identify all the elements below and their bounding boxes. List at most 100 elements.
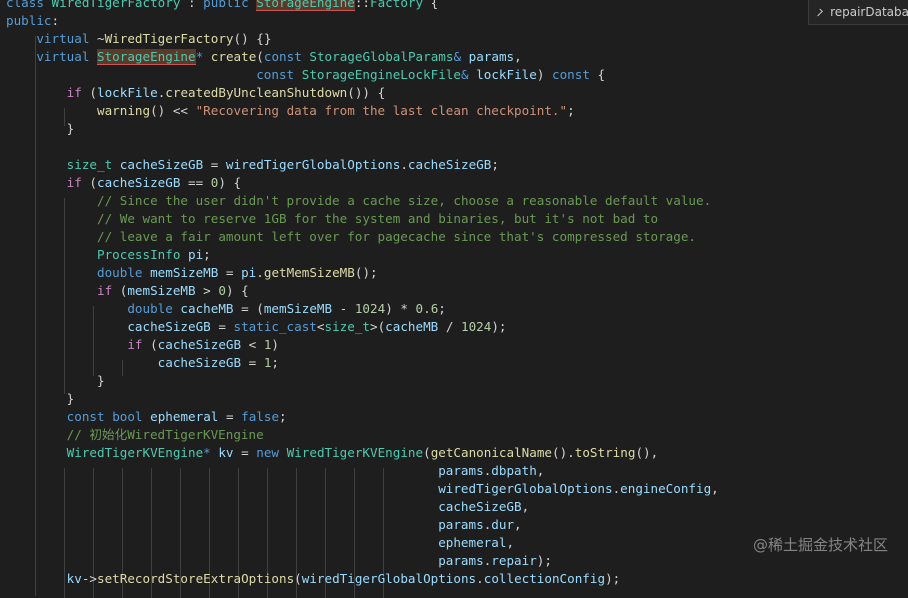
code-token: size_t [66, 157, 113, 172]
code-token: // Since the user didn't provide a cache… [97, 193, 712, 208]
code-line[interactable]: // We want to reserve 1GB for the system… [6, 210, 658, 228]
code-line[interactable]: warning() << "Recovering data from the l… [6, 102, 575, 120]
code-token: cacheMB [180, 301, 234, 316]
code-token: cacheSizeGB [97, 175, 181, 190]
code-token: memSizeMB [263, 301, 333, 316]
code-line[interactable]: // 初始化WiredTigerKVEngine [6, 426, 264, 444]
code-token: cacheSizeGB [407, 157, 492, 172]
code-token: size_t [324, 319, 370, 334]
code-line[interactable]: params.dur, [6, 516, 522, 534]
breadcrumb[interactable]: repairDataba [808, 0, 908, 25]
code-token: wiredTigerGlobalOptions [301, 571, 477, 586]
watermark: @稀土掘金技术社区 [752, 536, 888, 554]
code-token: WiredTigerKVEngine [66, 445, 204, 460]
code-token: { [589, 67, 606, 82]
code-token: ( [294, 571, 302, 586]
code-token: ()) { [347, 85, 386, 100]
code-token: warning [97, 103, 151, 118]
code-line[interactable]: params.dbpath, [6, 462, 544, 480]
code-token: ; [491, 157, 499, 172]
code-line[interactable]: virtual ~WiredTigerFactory() {} [6, 30, 271, 48]
code-token: (); [354, 265, 378, 280]
code-line[interactable]: const bool ephemeral = false; [6, 408, 287, 426]
code-token: params [438, 517, 484, 532]
code-token: class [6, 0, 44, 10]
code-line[interactable]: wiredTigerGlobalOptions.engineConfig, [6, 480, 719, 498]
code-line[interactable]: } [6, 372, 105, 390]
code-line[interactable]: ProcessInfo pi; [6, 246, 211, 264]
code-token: >( [369, 319, 386, 334]
code-line[interactable]: size_t cacheSizeGB = wiredTigerGlobalOpt… [6, 156, 499, 174]
code-token: , [514, 49, 522, 64]
code-line[interactable]: cacheSizeGB, [6, 498, 529, 516]
code-token: params [438, 553, 484, 568]
code-line[interactable]: ephemeral, [6, 534, 514, 552]
code-token: , [711, 481, 719, 496]
code-line[interactable]: } [6, 120, 75, 138]
code-line[interactable]: cacheSizeGB = 1; [6, 354, 279, 372]
code-token: createdByUncleanShutdown [165, 85, 348, 100]
code-token: ) { [225, 283, 249, 298]
code-token: & [460, 67, 469, 82]
code-token: ( [81, 85, 98, 100]
code-editor[interactable]: class WiredTigerFactory : public Storage… [0, 0, 908, 598]
code-token: const [552, 67, 590, 82]
code-line[interactable]: if (memSizeMB > 0) { [6, 282, 249, 300]
code-line[interactable]: class WiredTigerFactory : public Storage… [6, 0, 438, 12]
code-token: toString [574, 445, 636, 460]
code-line[interactable]: // Since the user didn't provide a cache… [6, 192, 711, 210]
code-line[interactable]: cacheSizeGB = static_cast<size_t>(cacheM… [6, 318, 506, 336]
code-token: = [218, 265, 242, 280]
code-token: : [51, 13, 60, 28]
code-token: ) * [385, 301, 416, 316]
code-line[interactable]: } [6, 390, 75, 408]
code-line[interactable]: public: [6, 12, 59, 30]
code-token: > [195, 283, 219, 298]
code-line[interactable]: kv->setRecordStoreExtraOptions(wiredTige… [6, 570, 621, 588]
code-token: ( [112, 283, 128, 298]
code-token: kv [66, 571, 82, 586]
code-token: ) { [218, 175, 242, 190]
code-token: wiredTigerGlobalOptions [225, 157, 401, 172]
code-line[interactable]: // leave a fair amount left over for pag… [6, 228, 696, 246]
code-token: params [468, 49, 515, 64]
code-line[interactable]: if (lockFile.createdByUncleanShutdown())… [6, 84, 386, 102]
code-token: Factory [370, 0, 424, 10]
code-token: ) [536, 67, 552, 82]
code-line[interactable]: virtual StorageEngine* create(const Stor… [6, 48, 522, 66]
code-line[interactable]: if (cacheSizeGB < 1) [6, 336, 279, 354]
code-token: (), [635, 445, 659, 460]
code-token: , [536, 463, 545, 478]
code-token: const [263, 49, 302, 64]
code-token: const [256, 67, 295, 82]
code-token: { [423, 0, 439, 10]
code-line[interactable]: const StorageEngineLockFile& lockFile) c… [6, 66, 605, 84]
code-token: , [514, 517, 522, 532]
code-line[interactable]: WiredTigerKVEngine* kv = new WiredTigerK… [6, 444, 659, 462]
code-token: create [210, 49, 257, 64]
code-line[interactable]: if (cacheSizeGB == 0) { [6, 174, 241, 192]
code-token: } [6, 121, 75, 136]
code-token: ( [256, 49, 264, 64]
code-token: cacheSizeGB [438, 499, 522, 514]
code-token: 0 [218, 283, 226, 298]
code-token: collectionConfig [483, 571, 606, 586]
code-line[interactable]: params.repair); [6, 552, 552, 570]
code-line[interactable]: double cacheMB = (memSizeMB - 1024) * 0.… [6, 300, 446, 318]
code-line[interactable]: double memSizeMB = pi.getMemSizeMB(); [6, 264, 378, 282]
